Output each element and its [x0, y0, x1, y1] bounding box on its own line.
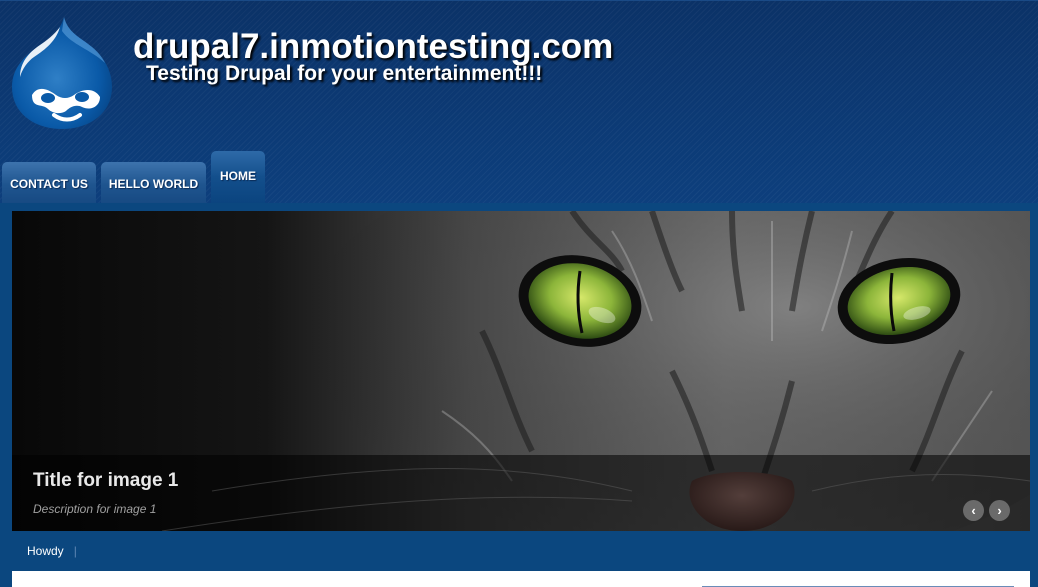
- chevron-right-icon: ›: [997, 503, 1002, 518]
- tab-contact-us[interactable]: CONTACT US: [2, 162, 96, 203]
- slide-caption: Title for image 1 Description for image …: [12, 455, 1030, 531]
- slideshow[interactable]: Title for image 1 Description for image …: [12, 211, 1030, 531]
- menu-separator: |: [73, 544, 77, 558]
- tab-label: HOME: [220, 169, 256, 183]
- drupal-logo-icon[interactable]: [10, 15, 114, 131]
- slide-title: Title for image 1: [33, 470, 179, 491]
- site-name[interactable]: drupal7.inmotiontesting.com: [133, 27, 613, 67]
- tab-label: CONTACT US: [10, 176, 88, 191]
- slide-next-button[interactable]: ›: [989, 500, 1010, 521]
- chevron-left-icon: ‹: [971, 503, 976, 518]
- slide-description: Description for image 1: [33, 502, 157, 516]
- site-slogan: Testing Drupal for your entertainment!!!: [146, 62, 543, 85]
- slide-prev-button[interactable]: ‹: [963, 500, 984, 521]
- secondary-menu: Howdy |: [27, 544, 77, 558]
- tab-label: HELLO WORLD: [108, 176, 199, 191]
- secondary-menu-item-howdy[interactable]: Howdy: [27, 544, 64, 558]
- tab-hello-world[interactable]: HELLO WORLD: [101, 162, 206, 203]
- main-content-panel: [12, 571, 1030, 587]
- tab-home[interactable]: HOME: [211, 151, 265, 203]
